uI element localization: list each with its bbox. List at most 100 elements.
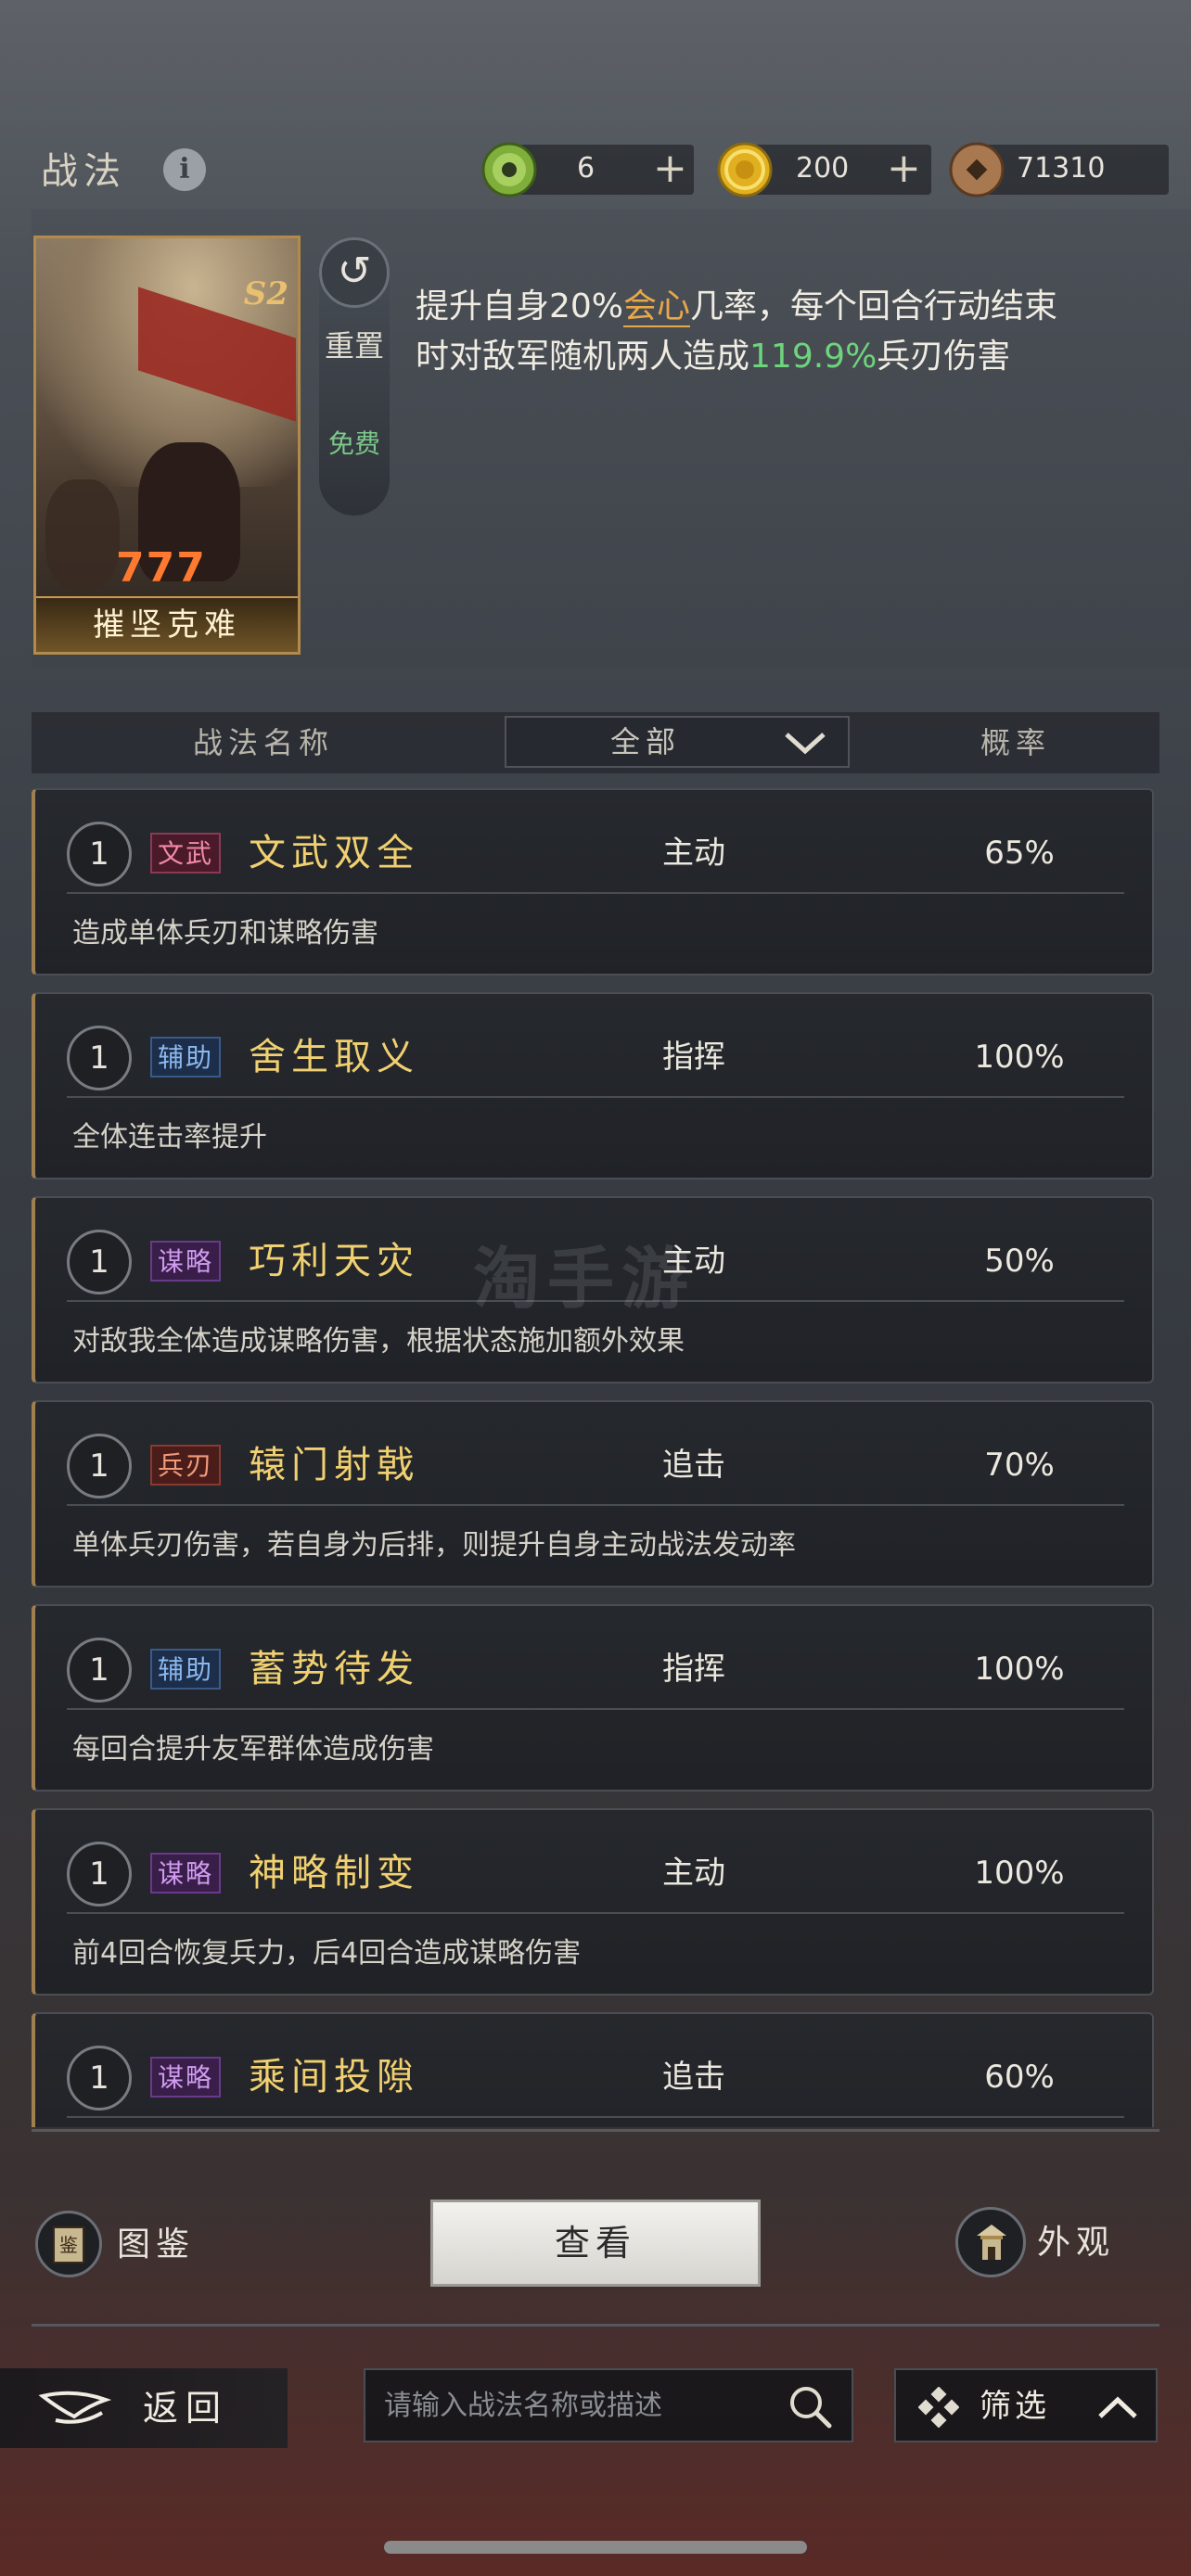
row-divider [67, 1708, 1124, 1710]
skill-rate: 70% [984, 1447, 1055, 1484]
tujian-icon[interactable]: 鉴 [35, 2211, 102, 2277]
currency-gold-value: 200 [796, 152, 850, 185]
info-icon[interactable]: i [163, 148, 206, 191]
skill-rate: 65% [984, 835, 1055, 872]
filter-label: 筛选 [980, 2388, 1050, 2425]
back-arrow-icon [38, 2391, 111, 2424]
page-title: 战法 [41, 150, 126, 193]
skill-row[interactable]: 1 兵刃 辕门射戟 追击 70% 单体兵刃伤害，若自身为后排，则提升自身主动战法发动率 [32, 1400, 1154, 1588]
column-skill-name: 战法名称 [192, 725, 334, 760]
filter-icon [918, 2387, 959, 2428]
divider [32, 2129, 1159, 2132]
table-header: 战法名称 全部 概率 [32, 712, 1159, 773]
gold-coin-icon [717, 142, 773, 198]
skill-type: 追击 [662, 1447, 725, 1484]
skill-rate: 100% [974, 1651, 1065, 1688]
skill-category-tag: 兵刃 [150, 1445, 222, 1486]
add-gold-button[interactable]: + [887, 147, 921, 191]
watermark: 淘手游 [473, 1240, 697, 1318]
skill-level: 1 [67, 1638, 132, 1702]
skill-name: 乘间投隙 [249, 2056, 419, 2098]
skill-name: 舍生取义 [249, 1036, 419, 1078]
skill-name: 蓄势待发 [249, 1648, 419, 1690]
filter-button[interactable]: 筛选 [894, 2368, 1158, 2442]
currency-copper: 71310 [949, 142, 1169, 198]
skill-card-name: 摧坚克难 [36, 596, 298, 652]
row-divider [67, 2116, 1124, 2118]
skill-level: 1 [67, 2046, 132, 2111]
view-button[interactable]: 查看 [430, 2200, 761, 2287]
copper-coin-icon [949, 142, 1005, 198]
skill-row[interactable]: 1 辅助 舍生取义 指挥 100% 全体连击率提升 [32, 992, 1154, 1180]
home-indicator[interactable] [384, 2541, 807, 2554]
reset-icon: ↺ [319, 237, 390, 308]
skill-row[interactable]: 1 谋略 乘间投隙 追击 60% [32, 2012, 1154, 2127]
free-label: 免费 [327, 428, 380, 459]
skill-category-tag: 谋略 [150, 1241, 222, 1282]
skill-description-short: 每回合提升友军群体造成伤害 [72, 1733, 434, 1766]
currency-jade: 6 + [481, 142, 694, 198]
season-badge: S2 [243, 275, 288, 312]
search-bar[interactable] [364, 2368, 853, 2442]
column-rate: 概率 [980, 725, 1051, 760]
row-divider [67, 892, 1124, 894]
card-quality-pips: 777 [116, 544, 207, 592]
jade-coin-icon [481, 142, 537, 198]
skill-level: 1 [67, 1026, 132, 1090]
row-divider [67, 1504, 1124, 1506]
skill-type: 主动 [662, 1855, 725, 1892]
skill-level: 1 [67, 1842, 132, 1906]
skill-description-short: 单体兵刃伤害，若自身为后排，则提升自身主动战法发动率 [72, 1529, 796, 1562]
skill-rate: 100% [974, 1039, 1065, 1076]
skill-row[interactable]: 1 文武 文武双全 主动 65% 造成单体兵刃和谋略伤害 [32, 788, 1154, 976]
currency-jade-value: 6 [577, 152, 596, 185]
appearance-button[interactable]: 外观 [1037, 2218, 1115, 2268]
tujian-button[interactable]: 图鉴 [117, 2220, 195, 2270]
skill-category-tag: 辅助 [150, 1649, 222, 1690]
skill-rate: 60% [984, 2059, 1055, 2096]
reset-label: 重置 [324, 328, 384, 363]
type-filter-dropdown[interactable]: 全部 [505, 716, 850, 768]
skill-category-tag: 辅助 [150, 1037, 222, 1078]
currency-copper-value: 71310 [1017, 152, 1106, 185]
skill-description: 提升自身20%会心几率，每个回合行动结束时对敌军随机两人造成119.9%兵刃伤害 [416, 287, 1058, 376]
row-divider [67, 1096, 1124, 1098]
chevron-up-icon[interactable] [1095, 2385, 1141, 2431]
skill-description-short: 全体连击率提升 [72, 1121, 267, 1154]
skill-type: 主动 [662, 835, 725, 872]
row-divider [67, 1912, 1124, 1914]
skill-card[interactable]: S2 777 摧坚克难 [33, 236, 301, 655]
damage-percent: 119.9% [749, 338, 877, 376]
skill-level: 1 [67, 1230, 132, 1294]
appearance-icon[interactable] [955, 2207, 1026, 2277]
search-input[interactable] [384, 2379, 774, 2433]
skill-category-tag: 文武 [150, 833, 222, 874]
type-filter-value: 全部 [609, 724, 681, 759]
skill-description-short: 对敌我全体造成谋略伤害，根据状态施加额外效果 [72, 1325, 685, 1358]
skill-type: 指挥 [662, 1651, 725, 1688]
skill-list[interactable]: 1 文武 文武双全 主动 65% 造成单体兵刃和谋略伤害 1 辅助 舍生取义 指挥 100% 全体连击… [32, 788, 1159, 2127]
add-jade-button[interactable]: + [653, 147, 687, 191]
skill-type: 追击 [662, 2059, 725, 2096]
skill-row[interactable]: 1 辅助 蓄势待发 指挥 100% 每回合提升友军群体造成伤害 [32, 1604, 1154, 1792]
skill-rate: 50% [984, 1243, 1055, 1280]
skill-type: 指挥 [662, 1039, 725, 1076]
card-art-soldier [45, 479, 120, 591]
divider [32, 2324, 1159, 2327]
skill-name: 神略制变 [249, 1852, 419, 1894]
currency-gold: 200 + [717, 142, 931, 198]
skill-name: 文武双全 [249, 832, 419, 874]
skill-row[interactable]: 1 谋略 神略制变 主动 100% 前4回合恢复兵力，后4回合造成谋略伤害 [32, 1808, 1154, 1996]
search-icon[interactable] [785, 2381, 837, 2433]
skill-category-tag: 谋略 [150, 1853, 222, 1894]
keyword-highlight: 会心 [623, 287, 691, 327]
skill-level: 1 [67, 822, 132, 886]
pavilion-icon [977, 2225, 1006, 2260]
reset-button[interactable]: ↺ 重置 免费 [319, 237, 390, 516]
skill-rate: 100% [974, 1855, 1065, 1892]
book-icon: 鉴 [53, 2226, 84, 2264]
skill-level: 1 [67, 1434, 132, 1498]
chevron-down-icon [785, 733, 826, 755]
back-button[interactable]: 返回 [0, 2368, 288, 2448]
skill-description-short: 造成单体兵刃和谋略伤害 [72, 917, 378, 950]
